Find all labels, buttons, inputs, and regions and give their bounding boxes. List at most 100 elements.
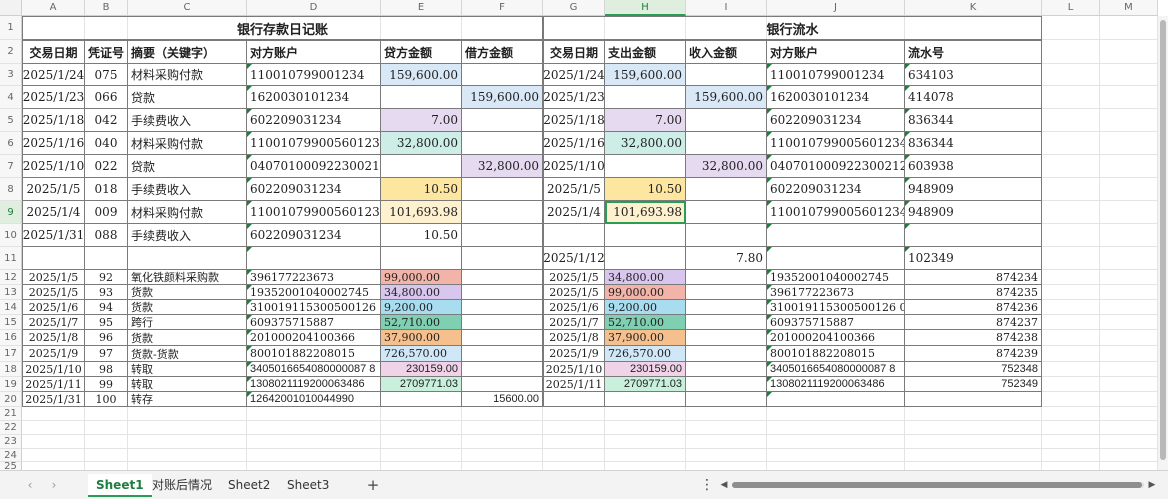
statement-account[interactable]: 609375715887 <box>767 315 905 330</box>
journal-date[interactable]: 2025/1/6 <box>22 300 85 315</box>
statement-out[interactable]: 230159.00 <box>605 362 686 377</box>
row-header-8[interactable]: 8 <box>0 178 22 201</box>
statement-out[interactable]: 52,710.00 <box>605 315 686 330</box>
journal-voucher[interactable]: 94 <box>85 300 128 315</box>
statement-date[interactable] <box>543 224 605 247</box>
statement-account[interactable]: 310019115300500126 07 <box>767 300 905 315</box>
journal-account[interactable] <box>247 247 381 270</box>
statement-serial[interactable]: 874234 <box>905 270 1042 285</box>
journal-credit[interactable]: 159,600.00 <box>381 64 462 86</box>
prev-sheet-icon[interactable]: ‹ <box>22 477 38 493</box>
journal-debit[interactable] <box>462 201 543 224</box>
journal-voucher[interactable]: 95 <box>85 315 128 330</box>
statement-date[interactable]: 2025/1/23 <box>543 86 605 109</box>
journal-summary[interactable]: 货款-货款 <box>128 346 247 362</box>
journal-account[interactable]: 396177223673 <box>247 270 381 285</box>
journal-date[interactable]: 2025/1/7 <box>22 315 85 330</box>
journal-date[interactable]: 2025/1/31 <box>22 392 85 407</box>
statement-serial[interactable]: 948909 <box>905 201 1042 224</box>
journal-credit[interactable]: 52,710.00 <box>381 315 462 330</box>
next-sheet-icon[interactable]: › <box>46 477 62 493</box>
column-header-c[interactable]: C <box>128 0 247 16</box>
add-sheet-icon[interactable]: + <box>364 475 382 495</box>
row-header-11[interactable]: 11 <box>0 247 22 270</box>
statement-account[interactable]: 602209031234 <box>767 109 905 132</box>
journal-account[interactable]: 12642001010044990 <box>247 392 381 407</box>
statement-date[interactable]: 2025/1/11 <box>543 377 605 392</box>
statement-in[interactable] <box>686 300 767 315</box>
row-header-7[interactable]: 7 <box>0 155 22 178</box>
journal-date[interactable]: 2025/1/9 <box>22 346 85 362</box>
header-a[interactable]: 交易日期 <box>22 40 85 64</box>
statement-in[interactable]: 159,600.00 <box>686 86 767 109</box>
statement-in[interactable] <box>686 377 767 392</box>
statement-account[interactable]: 1100107990056012345 <box>767 132 905 155</box>
statement-account[interactable]: 110010799001234 <box>767 64 905 86</box>
journal-date[interactable]: 2025/1/8 <box>22 330 85 346</box>
journal-account[interactable]: 1100107990056012345 <box>247 132 381 155</box>
statement-out[interactable] <box>605 392 686 407</box>
statement-out[interactable] <box>605 224 686 247</box>
journal-voucher[interactable]: 93 <box>85 285 128 300</box>
journal-account[interactable]: 1308021119200063486 <box>247 377 381 392</box>
statement-serial[interactable]: 634103 <box>905 64 1042 86</box>
journal-summary[interactable] <box>128 247 247 270</box>
journal-account[interactable]: 0407010009223002123 <box>247 155 381 178</box>
journal-debit[interactable] <box>462 346 543 362</box>
journal-summary[interactable]: 材料采购付款 <box>128 64 247 86</box>
statement-title[interactable]: 银行流水 <box>543 16 1042 40</box>
journal-date[interactable]: 2025/1/23 <box>22 86 85 109</box>
row-header-9[interactable]: 9 <box>0 201 22 224</box>
journal-credit[interactable]: 9,200.00 <box>381 300 462 315</box>
statement-out[interactable]: 99,000.00 <box>605 285 686 300</box>
vertical-scrollbar[interactable] <box>1158 16 1168 470</box>
journal-summary[interactable]: 跨行 <box>128 315 247 330</box>
journal-voucher[interactable]: 98 <box>85 362 128 377</box>
journal-voucher[interactable]: 92 <box>85 270 128 285</box>
column-header-d[interactable]: D <box>247 0 381 16</box>
statement-in[interactable] <box>686 285 767 300</box>
statement-account[interactable]: 19352001040002745 <box>767 270 905 285</box>
statement-serial[interactable]: 874237 <box>905 315 1042 330</box>
statement-date[interactable] <box>543 392 605 407</box>
journal-debit[interactable] <box>462 178 543 201</box>
statement-out[interactable] <box>605 86 686 109</box>
statement-in[interactable] <box>686 224 767 247</box>
journal-account[interactable]: 1620030101234 <box>247 86 381 109</box>
journal-debit[interactable] <box>462 377 543 392</box>
statement-in[interactable] <box>686 64 767 86</box>
column-header-l[interactable]: L <box>1042 0 1100 16</box>
row-header-1[interactable]: 1 <box>0 16 22 40</box>
statement-date[interactable]: 2025/1/5 <box>543 178 605 201</box>
journal-credit[interactable]: 34,800.00 <box>381 285 462 300</box>
statement-in[interactable] <box>686 362 767 377</box>
statement-account[interactable]: 201000204100366 <box>767 330 905 346</box>
statement-account[interactable]: 1620030101234 <box>767 86 905 109</box>
row-header-5[interactable]: 5 <box>0 109 22 132</box>
journal-voucher[interactable]: 042 <box>85 109 128 132</box>
column-header-k[interactable]: K <box>905 0 1042 16</box>
statement-account[interactable]: 0407010009223002123 <box>767 155 905 178</box>
journal-credit[interactable] <box>381 86 462 109</box>
row-header-12[interactable]: 12 <box>0 270 22 285</box>
header-d[interactable]: 对方账户 <box>247 40 381 64</box>
statement-out[interactable] <box>605 155 686 178</box>
row-header-15[interactable]: 15 <box>0 315 22 330</box>
header-e[interactable]: 贷方金额 <box>381 40 462 64</box>
tab-sheet1[interactable]: Sheet1 <box>88 474 152 497</box>
statement-account[interactable]: 800101882208015 <box>767 346 905 362</box>
journal-date[interactable]: 2025/1/10 <box>22 155 85 178</box>
column-header-f[interactable]: F <box>462 0 543 16</box>
row-header-13[interactable]: 13 <box>0 285 22 300</box>
journal-date[interactable]: 2025/1/4 <box>22 201 85 224</box>
column-header-e[interactable]: E <box>381 0 462 16</box>
select-all-corner[interactable] <box>0 0 22 16</box>
journal-debit[interactable] <box>462 362 543 377</box>
statement-out[interactable]: 726,570.00 <box>605 346 686 362</box>
statement-serial[interactable] <box>905 392 1042 407</box>
column-header-a[interactable]: A <box>22 0 85 16</box>
journal-credit[interactable] <box>381 392 462 407</box>
row-header-14[interactable]: 14 <box>0 300 22 315</box>
statement-date[interactable]: 2025/1/10 <box>543 155 605 178</box>
statement-out[interactable]: 159,600.00 <box>605 64 686 86</box>
